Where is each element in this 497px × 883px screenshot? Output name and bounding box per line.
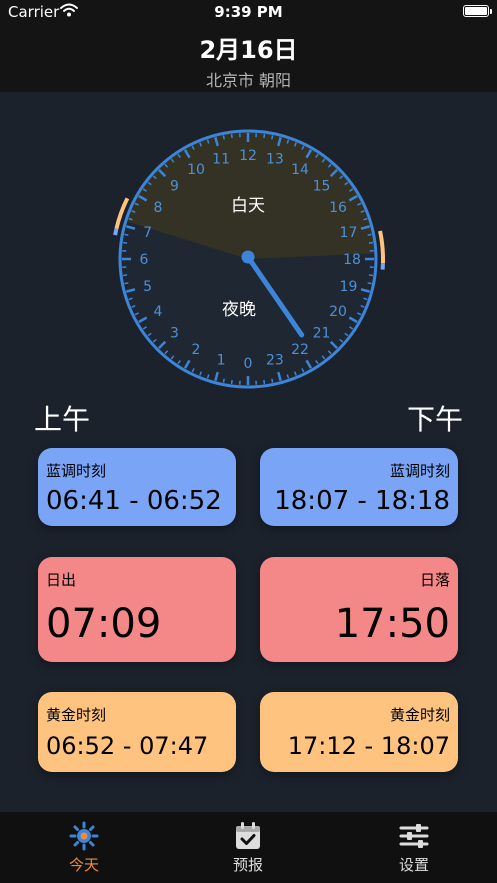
- minor-tick: [271, 378, 274, 383]
- minor-tick: [368, 241, 374, 244]
- calendar-check-icon: [233, 821, 263, 851]
- pm-golden-hour-card: 黄金时刻 17:12 - 18:07: [260, 692, 458, 772]
- minor-tick: [124, 282, 129, 285]
- minor-tick: [368, 274, 374, 277]
- card-value: 17:12 - 18:07: [287, 732, 450, 760]
- pm-blue-hour-card: 蓝调时刻 18:07 - 18:18: [260, 448, 458, 526]
- clock-center: [241, 250, 255, 264]
- minor-tick: [122, 274, 128, 277]
- sunrise-card: 日出 07:09: [38, 557, 236, 662]
- am-section-label: 上午: [34, 403, 91, 436]
- clock-face: 01234567891011 12 1314151617181920212223 白…: [113, 129, 385, 389]
- card-title: 黄金时刻: [46, 706, 107, 724]
- clock-hour-number: 13: [266, 152, 284, 168]
- clock-hour-number: 20: [329, 304, 347, 320]
- clock-hour-number: 22: [291, 342, 309, 358]
- clock-hour-number: 19: [340, 279, 358, 295]
- minor-tick: [222, 378, 225, 383]
- page-header: 2月16日 北京市 朝阳: [0, 24, 497, 92]
- clock-hour-number: 23: [266, 352, 284, 368]
- card-title: 日出: [46, 571, 77, 589]
- clock-hour-number: 12: [239, 148, 257, 164]
- tab-label: 设置: [398, 856, 429, 874]
- sliders-icon: [399, 821, 429, 851]
- minor-tick: [367, 282, 372, 285]
- clock-hour-number: 7: [143, 225, 152, 241]
- tab-settings[interactable]: 设置: [354, 812, 474, 883]
- clock-hour-number: 15: [313, 178, 331, 194]
- minor-tick: [122, 241, 128, 244]
- tab-label: 今天: [68, 856, 99, 874]
- tab-today[interactable]: 今天: [24, 812, 144, 883]
- card-title: 蓝调时刻: [389, 462, 450, 480]
- card-value: 07:09: [46, 601, 162, 647]
- battery-tip: [490, 9, 492, 14]
- sunset-card: 日落 17:50: [260, 557, 458, 662]
- am-blue-hour-card: 蓝调时刻 06:41 - 06:52: [38, 448, 236, 526]
- tab-bar: 今天 预报 设置: [0, 812, 497, 883]
- card-value: 06:41 - 06:52: [46, 486, 222, 516]
- am-golden-hour-card: 黄金时刻 06:52 - 07:47: [38, 692, 236, 772]
- card-value: 18:07 - 18:18: [274, 486, 450, 516]
- tab-label: 预报: [232, 856, 263, 874]
- clock-hour-number: 6: [140, 252, 149, 268]
- clock-hour-number: 0: [244, 356, 253, 372]
- sun-icon: [69, 821, 99, 851]
- am-blue-hour-mark: [113, 228, 119, 236]
- pm-golden-hour-mark: [378, 230, 385, 264]
- clock-hour-number: 16: [329, 200, 347, 216]
- clock-hour-number: 11: [212, 152, 230, 168]
- daylight-clock: 0 1 2 3 4 5 6 7 8 9 10 11 12 13 14 15 16 17 18 19 20 21 22 23 白…: [108, 119, 388, 399]
- clock-hour-number: 18: [343, 252, 361, 268]
- clock-hour-number: 9: [170, 178, 179, 194]
- minor-tick: [263, 133, 266, 139]
- status-time: 9:39 PM: [214, 3, 283, 21]
- clock-hour-number: 17: [340, 225, 358, 241]
- night-label: 夜晚: [222, 300, 256, 320]
- minor-tick: [222, 135, 225, 140]
- clock-hour-number: 21: [313, 326, 331, 342]
- minor-tick: [367, 233, 372, 236]
- clock-hour-number: 14: [291, 162, 309, 178]
- battery-icon: [463, 5, 489, 17]
- pm-section-label: 下午: [406, 403, 463, 436]
- minor-tick: [230, 379, 233, 385]
- clock-hour-number: 1: [217, 352, 226, 368]
- page-title: 2月16日: [199, 36, 298, 64]
- card-title: 黄金时刻: [389, 706, 450, 724]
- clock-hour-number: 5: [143, 279, 152, 295]
- clock-hour-number: 4: [153, 304, 162, 320]
- tab-forecast[interactable]: 预报: [188, 812, 308, 883]
- card-title: 日落: [419, 571, 450, 589]
- day-label: 白天: [231, 196, 265, 216]
- location-label: 北京市 朝阳: [205, 71, 292, 90]
- card-value: 06:52 - 07:47: [46, 732, 209, 760]
- card-value: 17:50: [334, 601, 450, 647]
- minor-tick: [124, 233, 129, 236]
- minor-tick: [263, 379, 266, 385]
- clock-hour-number: 8: [153, 200, 162, 216]
- card-title: 蓝调时刻: [46, 462, 107, 480]
- clock-hour-number: 10: [187, 162, 205, 178]
- status-bar: Carrier 9:39 PM: [0, 0, 497, 24]
- clock-hour-number: 3: [170, 326, 179, 342]
- minor-tick: [271, 135, 274, 140]
- minor-tick: [230, 133, 233, 139]
- clock-hour-number: 2: [192, 342, 201, 358]
